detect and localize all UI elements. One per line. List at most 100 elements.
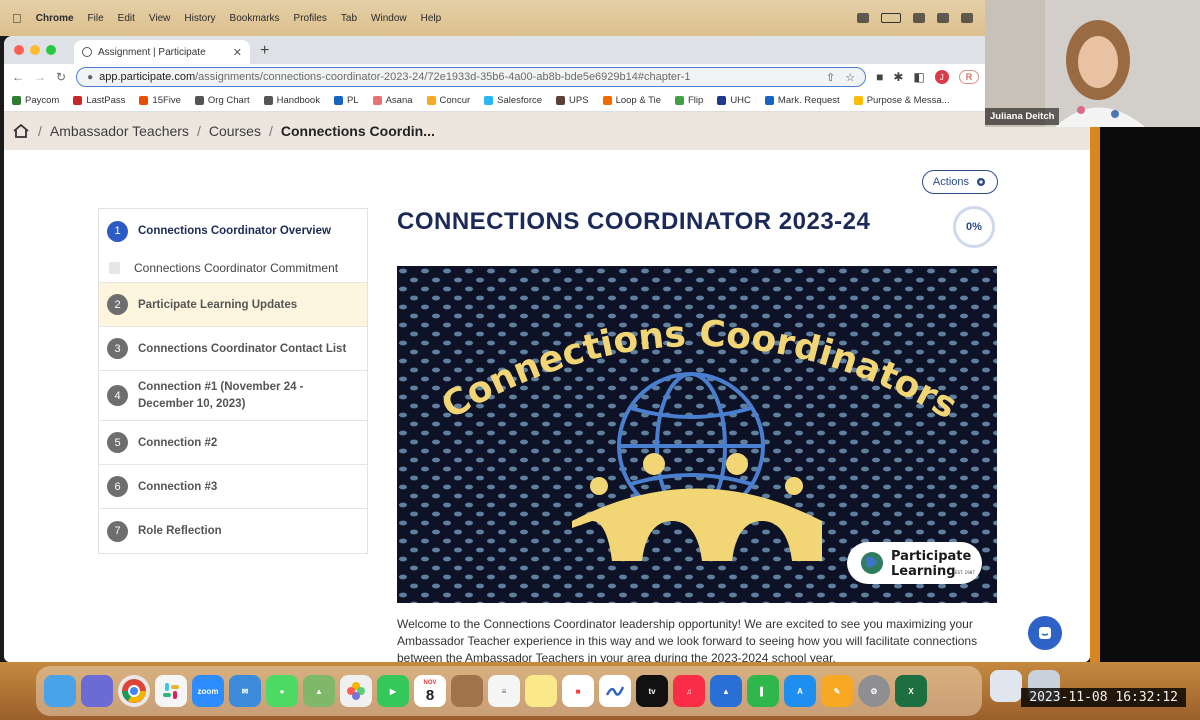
back-icon[interactable]: ← [12, 70, 24, 84]
bookmark-label: Asana [385, 95, 413, 106]
menu-window[interactable]: Window [371, 13, 407, 24]
numbers-icon[interactable]: ▌ [747, 675, 779, 707]
intro-paragraph: Welcome to the Connections Coordinator l… [397, 617, 978, 662]
bookmark-label: UHC [730, 95, 751, 106]
zoom-window-button[interactable] [46, 45, 56, 55]
bookmark-item[interactable]: Salesforce [484, 95, 542, 106]
bookmark-item[interactable]: UPS [556, 95, 589, 106]
breadcrumb-courses[interactable]: Courses [209, 123, 261, 139]
menu-help[interactable]: Help [421, 13, 442, 24]
chapter-item-2[interactable]: 2 Participate Learning Updates [99, 283, 367, 327]
launchpad-icon[interactable] [81, 675, 113, 707]
url-path: /assignments/connections-coordinator-202… [195, 71, 691, 83]
menu-view[interactable]: View [149, 13, 171, 24]
bookmark-item[interactable]: UHC [717, 95, 751, 106]
screenshot-folder-icon[interactable] [990, 670, 1022, 702]
actions-label: Actions [932, 176, 969, 188]
home-icon[interactable] [12, 123, 30, 139]
bookmark-item[interactable]: LastPass [73, 95, 125, 106]
menu-app[interactable]: Chrome [36, 13, 74, 24]
chat-support-button[interactable] [1028, 616, 1062, 650]
bookmark-item[interactable]: Purpose & Messa... [853, 95, 950, 106]
notes-icon[interactable] [525, 675, 557, 707]
subchapter-item-commitment[interactable]: Connections Coordinator Commitment [99, 253, 367, 283]
chrome-icon[interactable] [118, 675, 150, 707]
photos-icon[interactable] [340, 675, 372, 707]
facetime-icon[interactable]: ▶ [377, 675, 409, 707]
app-store-icon[interactable]: A [784, 675, 816, 707]
bookmark-item[interactable]: Asana [372, 95, 413, 106]
excel-icon[interactable]: X [895, 675, 927, 707]
bookmark-item[interactable]: Loop & Tie [602, 95, 661, 106]
close-tab-icon[interactable]: ✕ [233, 46, 242, 59]
contacts-icon[interactable] [451, 675, 483, 707]
relaunch-button[interactable]: R [958, 70, 980, 84]
slack-icon[interactable] [155, 675, 187, 707]
battery-icon[interactable] [881, 13, 901, 23]
calendar-icon[interactable]: NOV 8 [414, 675, 446, 707]
new-tab-button[interactable]: + [260, 42, 269, 60]
chapter-item-7[interactable]: 7 Role Reflection [99, 509, 367, 553]
bookmark-item[interactable]: 15Five [139, 95, 181, 106]
freeform-icon[interactable] [599, 675, 631, 707]
puzzle-icon[interactable]: ✱ [893, 70, 903, 84]
extension-icon[interactable]: ■ [876, 70, 883, 84]
address-bar[interactable]: ● app.participate.com/assignments/connec… [76, 67, 867, 87]
music-icon[interactable]: ♫ [673, 675, 705, 707]
menu-bookmarks[interactable]: Bookmarks [230, 13, 280, 24]
bookmark-item[interactable]: Org Chart [194, 95, 250, 106]
chapter-item-1[interactable]: 1 Connections Coordinator Overview [99, 209, 367, 253]
pages-icon[interactable]: ✎ [821, 675, 853, 707]
bookmarks-bar: Paycom LastPass 15Five Org Chart Handbook PL A… [4, 90, 1090, 112]
close-window-button[interactable] [14, 45, 24, 55]
messages-icon[interactable]: ● [266, 675, 298, 707]
mail-icon[interactable]: ✉ [229, 675, 261, 707]
macos-menubar:  Chrome File Edit View History Bookmark… [0, 0, 985, 36]
bookmark-item[interactable]: Flip [675, 95, 703, 106]
chapter-item-5[interactable]: 5 Connection #2 [99, 421, 367, 465]
spotlight-icon[interactable] [937, 13, 949, 23]
menu-file[interactable]: File [88, 13, 104, 24]
bookmark-item[interactable]: Paycom [12, 95, 59, 106]
reload-icon[interactable]: ↻ [56, 70, 66, 84]
apple-menu-icon[interactable]:  [12, 11, 22, 26]
sidepanel-icon[interactable]: ◧ [913, 70, 924, 84]
wifi-icon[interactable] [913, 13, 925, 23]
page-title: CONNECTIONS COORDINATOR 2023-24 [397, 208, 871, 235]
menu-profiles[interactable]: Profiles [294, 13, 327, 24]
menu-edit[interactable]: Edit [118, 13, 135, 24]
bookmark-label: Org Chart [207, 95, 250, 106]
control-center-icon[interactable] [961, 13, 973, 23]
url-host: app.participate.com [99, 71, 196, 83]
reminders-icon[interactable]: ≡ [488, 675, 520, 707]
breadcrumb-ambassador-teachers[interactable]: Ambassador Teachers [50, 123, 189, 139]
forward-icon[interactable]: → [34, 70, 46, 84]
tab-assignment[interactable]: Assignment | Participate ✕ [74, 40, 250, 64]
share-icon[interactable]: ⇧ [826, 71, 835, 84]
system-settings-icon[interactable]: ⚙ [858, 675, 890, 707]
bookmark-item[interactable]: Concur [426, 95, 470, 106]
keynote-icon[interactable]: ▲ [710, 675, 742, 707]
chapter-sidebar: 1 Connections Coordinator Overview Conne… [98, 208, 368, 554]
menu-tab[interactable]: Tab [341, 13, 357, 24]
profile-avatar[interactable]: J [934, 70, 949, 84]
bookmark-item[interactable]: Handbook [263, 95, 320, 106]
menu-history[interactable]: History [184, 13, 215, 24]
bookmark-item[interactable]: Mark. Request [764, 95, 840, 106]
actions-button[interactable]: Actions [921, 170, 998, 194]
site-info-icon[interactable]: ● [87, 72, 93, 83]
chapter-item-6[interactable]: 6 Connection #3 [99, 465, 367, 509]
zoom-icon[interactable]: zoom [192, 675, 224, 707]
apple-tv-icon[interactable]: tv [636, 675, 668, 707]
news-icon[interactable]: ■ [562, 675, 594, 707]
bookmark-favicon-icon [263, 96, 273, 105]
audio-icon[interactable] [857, 13, 869, 23]
chapter-item-3[interactable]: 3 Connections Coordinator Contact List [99, 327, 367, 371]
maps-icon[interactable]: ▲ [303, 675, 335, 707]
minimize-window-button[interactable] [30, 45, 40, 55]
bookmark-star-icon[interactable]: ☆ [845, 71, 855, 84]
chapter-item-4[interactable]: 4 Connection #1 (November 24 - December … [99, 371, 367, 421]
bookmark-item[interactable]: PL [333, 95, 359, 106]
finder-icon[interactable] [44, 675, 76, 707]
bookmark-favicon-icon [717, 96, 727, 105]
